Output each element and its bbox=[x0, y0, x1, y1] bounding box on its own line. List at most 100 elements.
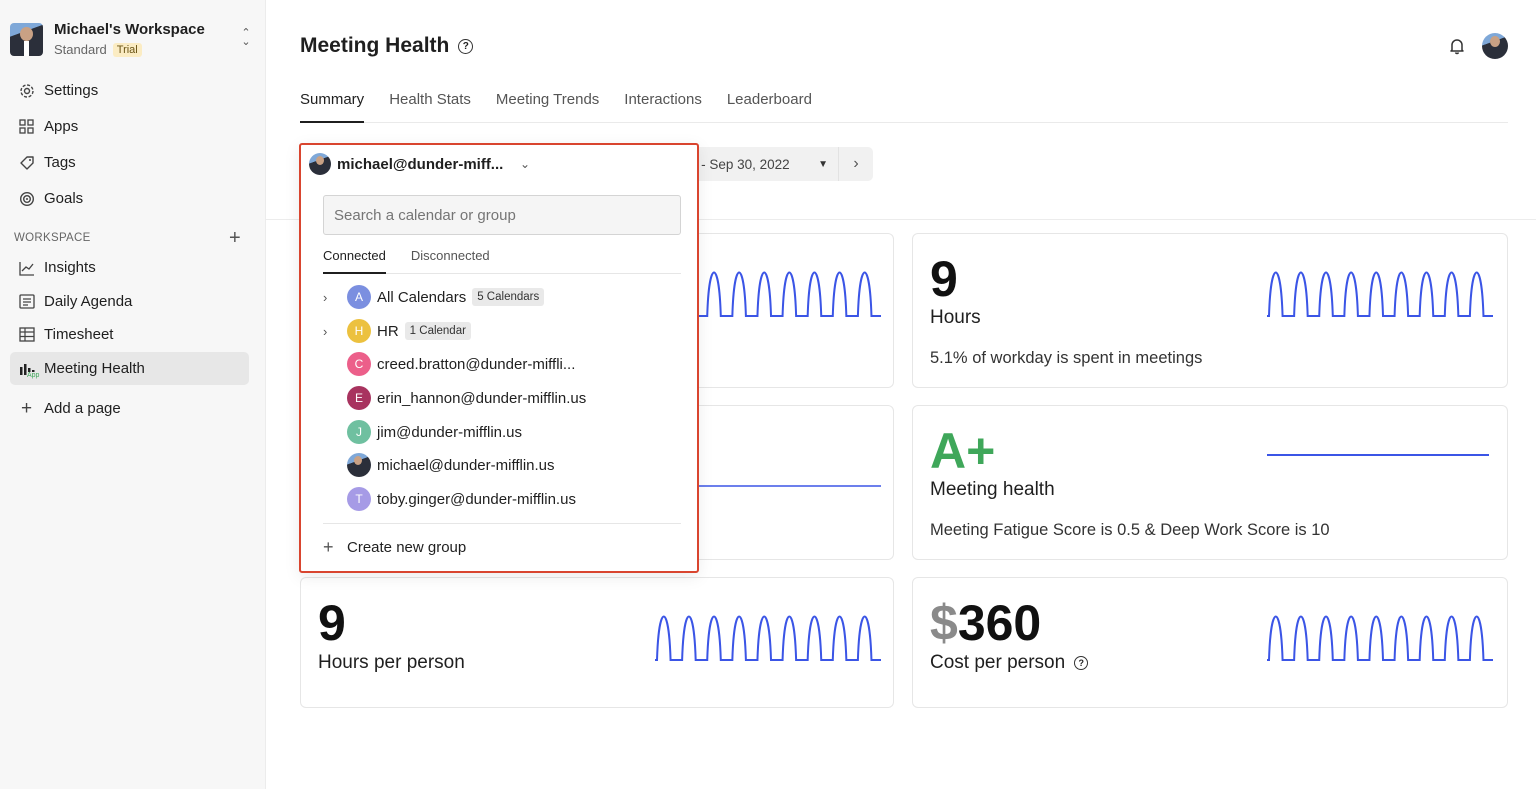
sidebar-item-insights[interactable]: Insights bbox=[10, 251, 249, 284]
bars-icon: App bbox=[18, 360, 40, 380]
sidebar-item-settings[interactable]: Settings bbox=[10, 74, 249, 107]
flat-line-health bbox=[1267, 454, 1489, 456]
calendar-item-toby[interactable]: T toby.ginger@dunder-mifflin.us bbox=[323, 484, 681, 514]
hours-per-person-value: 9 bbox=[318, 595, 346, 651]
sidebar-item-apps[interactable]: Apps bbox=[10, 110, 249, 143]
hours-per-person-label: Hours per person bbox=[318, 652, 465, 673]
hours-description: 5.1% of workday is spent in meetings bbox=[930, 349, 1203, 367]
app-sub-badge: App bbox=[27, 372, 40, 380]
create-group-button[interactable]: + Create new group bbox=[323, 536, 466, 558]
workspace-name: Michael's Workspace bbox=[54, 21, 205, 38]
agenda-icon bbox=[18, 293, 35, 310]
next-period-button[interactable]: › bbox=[839, 147, 873, 181]
calendar-item-jim[interactable]: J jim@dunder-mifflin.us bbox=[323, 417, 681, 447]
letter-avatar: E bbox=[347, 386, 371, 410]
sidebar-item-label: Goals bbox=[44, 190, 84, 207]
sidebar-item-label: Daily Agenda bbox=[44, 293, 133, 310]
calendar-item-label: jim@dunder-mifflin.us bbox=[377, 423, 522, 441]
currency-symbol: $ bbox=[930, 595, 958, 651]
sidebar-item-label: Apps bbox=[44, 118, 79, 135]
calendar-item-erin[interactable]: E erin_hannon@dunder-mifflin.us bbox=[323, 383, 681, 413]
hours-label: Hours bbox=[930, 307, 981, 328]
plus-icon: + bbox=[20, 397, 33, 419]
calendar-item-creed[interactable]: C creed.bratton@dunder-miffli... bbox=[323, 349, 681, 379]
user-avatar[interactable] bbox=[1482, 33, 1508, 59]
card-meeting-health: A+ Meeting health Meeting Fatigue Score … bbox=[912, 405, 1508, 560]
calendar-item-label: HR bbox=[377, 322, 399, 340]
sidebar-item-label: Insights bbox=[44, 259, 96, 276]
card-hours: 9 Hours 5.1% of workday is spent in meet… bbox=[912, 233, 1508, 388]
calendar-select-value: michael@dunder-miff... bbox=[337, 155, 504, 173]
photo-avatar bbox=[347, 453, 371, 477]
bell-icon[interactable] bbox=[1448, 37, 1466, 55]
tag-icon bbox=[18, 154, 35, 171]
page-title: Meeting Health ? bbox=[300, 34, 474, 58]
sidebar-item-label: Meeting Health bbox=[44, 360, 145, 377]
sparkline-hours bbox=[1267, 271, 1493, 317]
hours-value: 9 bbox=[930, 251, 958, 307]
calendar-item-hr[interactable]: › H HR 1 Calendar bbox=[323, 316, 681, 346]
cost-label: Cost per person ? bbox=[930, 652, 1089, 674]
plus-icon: + bbox=[323, 536, 334, 557]
card-hours-per-person: 9 Hours per person bbox=[300, 577, 894, 708]
sidebar-item-meeting-health[interactable]: App Meeting Health bbox=[10, 352, 249, 385]
calendar-avatar bbox=[309, 153, 331, 175]
table-icon bbox=[18, 326, 35, 343]
dropdown-divider bbox=[323, 523, 681, 524]
chevron-right-icon[interactable]: › bbox=[323, 290, 347, 305]
caret-down-icon: ▼ bbox=[818, 158, 828, 170]
sidebar-item-label: Tags bbox=[44, 154, 76, 171]
tab-leaderboard[interactable]: Leaderboard bbox=[727, 90, 812, 123]
tab-disconnected[interactable]: Disconnected bbox=[411, 248, 490, 274]
sidebar-item-label: Settings bbox=[44, 82, 99, 99]
calendar-item-label: creed.bratton@dunder-miffli... bbox=[377, 355, 576, 373]
calendar-count-badge: 1 Calendar bbox=[404, 322, 471, 340]
workspace-plan: Standard bbox=[54, 42, 107, 57]
chevron-right-icon[interactable]: › bbox=[323, 324, 347, 339]
target-icon bbox=[18, 190, 35, 207]
workspace-section-label: WORKSPACE bbox=[14, 232, 91, 244]
sparkline-cost bbox=[1267, 615, 1493, 661]
calendar-dropdown: michael@dunder-miff... ⌄ Connected Disco… bbox=[299, 143, 699, 573]
card-cost-per-person: $360 Cost per person ? bbox=[912, 577, 1508, 708]
tab-summary[interactable]: Summary bbox=[300, 90, 365, 123]
dropdown-tabs: Connected Disconnected bbox=[323, 248, 681, 274]
tab-connected[interactable]: Connected bbox=[323, 248, 386, 274]
letter-avatar: T bbox=[347, 487, 371, 511]
calendar-item-label: erin_hannon@dunder-mifflin.us bbox=[377, 389, 587, 407]
health-label: Meeting health bbox=[930, 479, 1055, 500]
create-group-label: Create new group bbox=[347, 538, 467, 556]
sidebar-item-daily-agenda[interactable]: Daily Agenda bbox=[10, 285, 249, 318]
sidebar-item-label: Timesheet bbox=[44, 326, 114, 343]
calendar-item-label: All Calendars bbox=[377, 288, 467, 306]
trial-badge: Trial bbox=[112, 42, 142, 57]
help-icon[interactable]: ? bbox=[458, 38, 474, 54]
chart-line-icon bbox=[18, 259, 35, 276]
calendar-count-badge: 5 Calendars bbox=[472, 288, 545, 306]
tab-bar: Summary Health Stats Meeting Trends Inte… bbox=[300, 90, 1508, 123]
add-page-label: Add a page bbox=[44, 400, 121, 417]
letter-avatar: J bbox=[347, 420, 371, 444]
letter-avatar: C bbox=[347, 352, 371, 376]
calendar-select-open[interactable]: michael@dunder-miff... ⌄ bbox=[301, 145, 538, 183]
calendar-search-input[interactable] bbox=[323, 195, 681, 235]
workspace-switcher[interactable]: Michael's Workspace Standard Trial ⌃ ⌄ bbox=[10, 18, 254, 60]
add-page-button[interactable]: + Add a page bbox=[10, 392, 249, 425]
tab-interactions[interactable]: Interactions bbox=[624, 90, 702, 123]
calendar-item-label: michael@dunder-mifflin.us bbox=[377, 456, 555, 474]
sidebar-item-goals[interactable]: Goals bbox=[10, 182, 249, 215]
gear-icon bbox=[18, 82, 35, 99]
sidebar: Michael's Workspace Standard Trial ⌃ ⌄ Se… bbox=[0, 0, 266, 789]
calendar-item-all-calendars[interactable]: › A All Calendars 5 Calendars bbox=[323, 282, 681, 312]
chevron-updown-icon[interactable]: ⌃ ⌄ bbox=[238, 28, 254, 49]
letter-avatar: A bbox=[347, 285, 371, 309]
letter-avatar: H bbox=[347, 319, 371, 343]
calendar-item-michael[interactable]: michael@dunder-mifflin.us bbox=[323, 450, 681, 480]
health-description: Meeting Fatigue Score is 0.5 & Deep Work… bbox=[930, 521, 1330, 539]
add-section-icon[interactable]: + bbox=[229, 228, 241, 248]
tab-meeting-trends[interactable]: Meeting Trends bbox=[496, 90, 599, 123]
tab-health-stats[interactable]: Health Stats bbox=[389, 90, 471, 123]
sidebar-item-tags[interactable]: Tags bbox=[10, 146, 249, 179]
sidebar-item-timesheet[interactable]: Timesheet bbox=[10, 318, 249, 351]
help-icon[interactable]: ? bbox=[1074, 656, 1089, 670]
